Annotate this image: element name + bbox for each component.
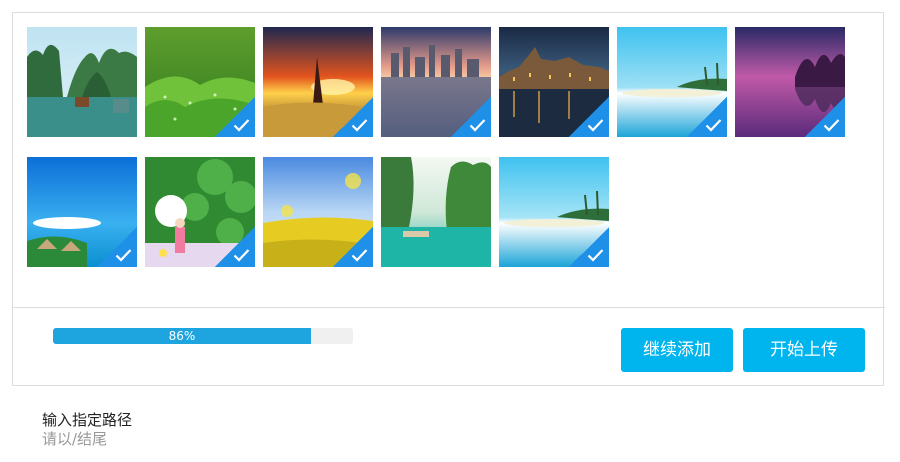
path-input-hint[interactable]: 请以/结尾	[42, 428, 107, 449]
check-icon	[233, 249, 250, 262]
check-icon	[233, 119, 250, 132]
selected-badge	[215, 97, 255, 137]
check-icon	[587, 249, 604, 262]
check-icon	[587, 119, 604, 132]
check-icon	[705, 119, 722, 132]
selected-badge	[333, 227, 373, 267]
image-gallery	[13, 13, 885, 307]
image-thumbnail[interactable]	[735, 27, 845, 137]
selected-badge	[687, 97, 727, 137]
image-thumbnail[interactable]	[499, 27, 609, 137]
image-thumbnail[interactable]	[499, 157, 609, 267]
image-thumbnail[interactable]	[145, 27, 255, 137]
check-icon	[351, 249, 368, 262]
divider	[13, 307, 885, 308]
check-icon	[469, 119, 486, 132]
image-thumbnail[interactable]	[145, 157, 255, 267]
upload-progress-bar: 86%	[53, 328, 353, 344]
selected-badge	[333, 97, 373, 137]
image-thumbnail[interactable]	[27, 157, 137, 267]
check-icon	[823, 119, 840, 132]
path-input-label: 输入指定路径	[42, 411, 133, 429]
selected-badge	[569, 227, 609, 267]
image-thumbnail[interactable]	[263, 157, 373, 267]
check-icon	[115, 249, 132, 262]
image-thumbnail[interactable]	[617, 27, 727, 137]
landscape-image	[27, 27, 137, 137]
selected-badge	[805, 97, 845, 137]
start-upload-button[interactable]: 开始上传	[743, 328, 865, 372]
selected-badge	[569, 97, 609, 137]
selected-badge	[451, 97, 491, 137]
image-thumbnail[interactable]	[27, 27, 137, 137]
selected-badge	[97, 227, 137, 267]
progress-percent-text: 86%	[168, 329, 196, 343]
image-thumbnail[interactable]	[263, 27, 373, 137]
check-icon	[351, 119, 368, 132]
uploader-panel: 86% 继续添加 开始上传	[12, 12, 885, 386]
landscape-image	[381, 157, 491, 267]
continue-add-button[interactable]: 继续添加	[621, 328, 733, 372]
selected-badge	[215, 227, 255, 267]
image-thumbnail[interactable]	[381, 27, 491, 137]
image-thumbnail[interactable]	[381, 157, 491, 267]
